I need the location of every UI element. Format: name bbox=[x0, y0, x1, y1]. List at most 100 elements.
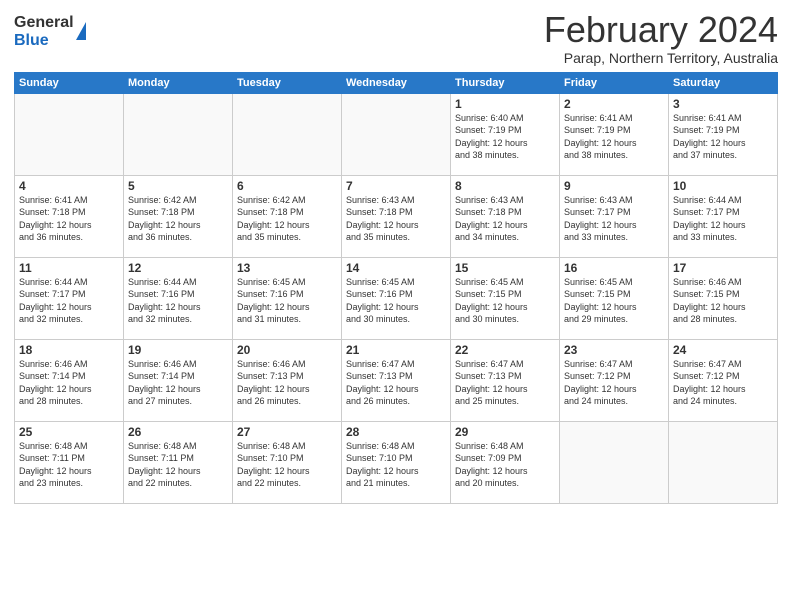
day-number: 22 bbox=[455, 343, 555, 357]
table-cell: 22Sunrise: 6:47 AM Sunset: 7:13 PM Dayli… bbox=[451, 339, 560, 421]
col-sunday: Sunday bbox=[15, 72, 124, 93]
day-number: 23 bbox=[564, 343, 664, 357]
table-cell: 8Sunrise: 6:43 AM Sunset: 7:18 PM Daylig… bbox=[451, 175, 560, 257]
day-number: 15 bbox=[455, 261, 555, 275]
table-cell: 6Sunrise: 6:42 AM Sunset: 7:18 PM Daylig… bbox=[233, 175, 342, 257]
day-number: 4 bbox=[19, 179, 119, 193]
table-row: 11Sunrise: 6:44 AM Sunset: 7:17 PM Dayli… bbox=[15, 257, 778, 339]
table-cell: 3Sunrise: 6:41 AM Sunset: 7:19 PM Daylig… bbox=[669, 93, 778, 175]
day-info: Sunrise: 6:45 AM Sunset: 7:16 PM Dayligh… bbox=[346, 276, 446, 326]
table-cell: 24Sunrise: 6:47 AM Sunset: 7:12 PM Dayli… bbox=[669, 339, 778, 421]
table-cell: 5Sunrise: 6:42 AM Sunset: 7:18 PM Daylig… bbox=[124, 175, 233, 257]
table-cell: 27Sunrise: 6:48 AM Sunset: 7:10 PM Dayli… bbox=[233, 421, 342, 503]
day-info: Sunrise: 6:42 AM Sunset: 7:18 PM Dayligh… bbox=[128, 194, 228, 244]
day-info: Sunrise: 6:44 AM Sunset: 7:17 PM Dayligh… bbox=[19, 276, 119, 326]
day-number: 5 bbox=[128, 179, 228, 193]
day-info: Sunrise: 6:47 AM Sunset: 7:12 PM Dayligh… bbox=[673, 358, 773, 408]
day-info: Sunrise: 6:45 AM Sunset: 7:15 PM Dayligh… bbox=[455, 276, 555, 326]
table-cell bbox=[669, 421, 778, 503]
table-cell bbox=[124, 93, 233, 175]
day-info: Sunrise: 6:46 AM Sunset: 7:13 PM Dayligh… bbox=[237, 358, 337, 408]
table-cell: 29Sunrise: 6:48 AM Sunset: 7:09 PM Dayli… bbox=[451, 421, 560, 503]
day-number: 1 bbox=[455, 97, 555, 111]
calendar-title: February 2024 bbox=[544, 10, 778, 50]
table-cell: 15Sunrise: 6:45 AM Sunset: 7:15 PM Dayli… bbox=[451, 257, 560, 339]
table-cell: 20Sunrise: 6:46 AM Sunset: 7:13 PM Dayli… bbox=[233, 339, 342, 421]
table-cell: 17Sunrise: 6:46 AM Sunset: 7:15 PM Dayli… bbox=[669, 257, 778, 339]
table-cell: 1Sunrise: 6:40 AM Sunset: 7:19 PM Daylig… bbox=[451, 93, 560, 175]
day-info: Sunrise: 6:48 AM Sunset: 7:10 PM Dayligh… bbox=[346, 440, 446, 490]
day-info: Sunrise: 6:40 AM Sunset: 7:19 PM Dayligh… bbox=[455, 112, 555, 162]
day-info: Sunrise: 6:43 AM Sunset: 7:18 PM Dayligh… bbox=[455, 194, 555, 244]
logo-triangle-icon bbox=[76, 22, 86, 40]
day-info: Sunrise: 6:45 AM Sunset: 7:15 PM Dayligh… bbox=[564, 276, 664, 326]
table-cell bbox=[233, 93, 342, 175]
table-cell: 19Sunrise: 6:46 AM Sunset: 7:14 PM Dayli… bbox=[124, 339, 233, 421]
day-info: Sunrise: 6:41 AM Sunset: 7:19 PM Dayligh… bbox=[673, 112, 773, 162]
day-info: Sunrise: 6:48 AM Sunset: 7:11 PM Dayligh… bbox=[128, 440, 228, 490]
table-cell: 18Sunrise: 6:46 AM Sunset: 7:14 PM Dayli… bbox=[15, 339, 124, 421]
col-tuesday: Tuesday bbox=[233, 72, 342, 93]
col-monday: Monday bbox=[124, 72, 233, 93]
day-number: 18 bbox=[19, 343, 119, 357]
day-info: Sunrise: 6:46 AM Sunset: 7:15 PM Dayligh… bbox=[673, 276, 773, 326]
col-friday: Friday bbox=[560, 72, 669, 93]
day-number: 21 bbox=[346, 343, 446, 357]
day-number: 9 bbox=[564, 179, 664, 193]
day-info: Sunrise: 6:46 AM Sunset: 7:14 PM Dayligh… bbox=[19, 358, 119, 408]
table-row: 18Sunrise: 6:46 AM Sunset: 7:14 PM Dayli… bbox=[15, 339, 778, 421]
logo: General Blue bbox=[14, 14, 86, 49]
day-number: 17 bbox=[673, 261, 773, 275]
day-info: Sunrise: 6:47 AM Sunset: 7:13 PM Dayligh… bbox=[455, 358, 555, 408]
day-number: 14 bbox=[346, 261, 446, 275]
table-cell: 21Sunrise: 6:47 AM Sunset: 7:13 PM Dayli… bbox=[342, 339, 451, 421]
day-number: 29 bbox=[455, 425, 555, 439]
day-info: Sunrise: 6:43 AM Sunset: 7:18 PM Dayligh… bbox=[346, 194, 446, 244]
day-number: 24 bbox=[673, 343, 773, 357]
day-info: Sunrise: 6:44 AM Sunset: 7:16 PM Dayligh… bbox=[128, 276, 228, 326]
table-cell: 25Sunrise: 6:48 AM Sunset: 7:11 PM Dayli… bbox=[15, 421, 124, 503]
day-info: Sunrise: 6:47 AM Sunset: 7:12 PM Dayligh… bbox=[564, 358, 664, 408]
day-number: 16 bbox=[564, 261, 664, 275]
calendar-table: Sunday Monday Tuesday Wednesday Thursday… bbox=[14, 72, 778, 504]
table-cell: 4Sunrise: 6:41 AM Sunset: 7:18 PM Daylig… bbox=[15, 175, 124, 257]
table-row: 25 Sunrise: 6:48 AM Sunset: 7:11 PM Dayli… bbox=[15, 421, 778, 503]
day-info: Sunrise: 6:41 AM Sunset: 7:19 PM Dayligh… bbox=[564, 112, 664, 162]
table-row: 1Sunrise: 6:40 AM Sunset: 7:19 PM Daylig… bbox=[15, 93, 778, 175]
top-section: General Blue February 2024 Parap, Northe… bbox=[14, 10, 778, 66]
day-number: 2 bbox=[564, 97, 664, 111]
table-cell: 28Sunrise: 6:48 AM Sunset: 7:10 PM Dayli… bbox=[342, 421, 451, 503]
day-info: Sunrise: 6:48 AM Sunset: 7:10 PM Dayligh… bbox=[237, 440, 337, 490]
day-number: 25 bbox=[19, 425, 119, 439]
table-cell: 10Sunrise: 6:44 AM Sunset: 7:17 PM Dayli… bbox=[669, 175, 778, 257]
table-cell bbox=[560, 421, 669, 503]
table-cell: 12Sunrise: 6:44 AM Sunset: 7:16 PM Dayli… bbox=[124, 257, 233, 339]
table-cell: 14Sunrise: 6:45 AM Sunset: 7:16 PM Dayli… bbox=[342, 257, 451, 339]
day-info: Sunrise: 6:47 AM Sunset: 7:13 PM Dayligh… bbox=[346, 358, 446, 408]
day-info: Sunrise: 6:46 AM Sunset: 7:14 PM Dayligh… bbox=[128, 358, 228, 408]
day-info: Sunrise: 6:41 AM Sunset: 7:18 PM Dayligh… bbox=[19, 194, 119, 244]
table-cell: 16Sunrise: 6:45 AM Sunset: 7:15 PM Dayli… bbox=[560, 257, 669, 339]
day-number: 27 bbox=[237, 425, 337, 439]
table-row: 4Sunrise: 6:41 AM Sunset: 7:18 PM Daylig… bbox=[15, 175, 778, 257]
table-cell: 11Sunrise: 6:44 AM Sunset: 7:17 PM Dayli… bbox=[15, 257, 124, 339]
day-number: 13 bbox=[237, 261, 337, 275]
col-saturday: Saturday bbox=[669, 72, 778, 93]
day-info: Sunrise: 6:45 AM Sunset: 7:16 PM Dayligh… bbox=[237, 276, 337, 326]
title-section: February 2024 Parap, Northern Territory,… bbox=[544, 10, 778, 66]
day-number: 7 bbox=[346, 179, 446, 193]
day-number: 3 bbox=[673, 97, 773, 111]
day-number: 20 bbox=[237, 343, 337, 357]
calendar-page: General Blue February 2024 Parap, Northe… bbox=[0, 0, 792, 612]
day-info: Sunrise: 6:42 AM Sunset: 7:18 PM Dayligh… bbox=[237, 194, 337, 244]
day-number: 28 bbox=[346, 425, 446, 439]
logo-general: General bbox=[14, 14, 74, 32]
table-cell: 13Sunrise: 6:45 AM Sunset: 7:16 PM Dayli… bbox=[233, 257, 342, 339]
table-cell: 26Sunrise: 6:48 AM Sunset: 7:11 PM Dayli… bbox=[124, 421, 233, 503]
table-cell: 2Sunrise: 6:41 AM Sunset: 7:19 PM Daylig… bbox=[560, 93, 669, 175]
day-number: 26 bbox=[128, 425, 228, 439]
col-thursday: Thursday bbox=[451, 72, 560, 93]
table-cell bbox=[342, 93, 451, 175]
logo-text: General Blue bbox=[14, 14, 74, 49]
header-row: Sunday Monday Tuesday Wednesday Thursday… bbox=[15, 72, 778, 93]
